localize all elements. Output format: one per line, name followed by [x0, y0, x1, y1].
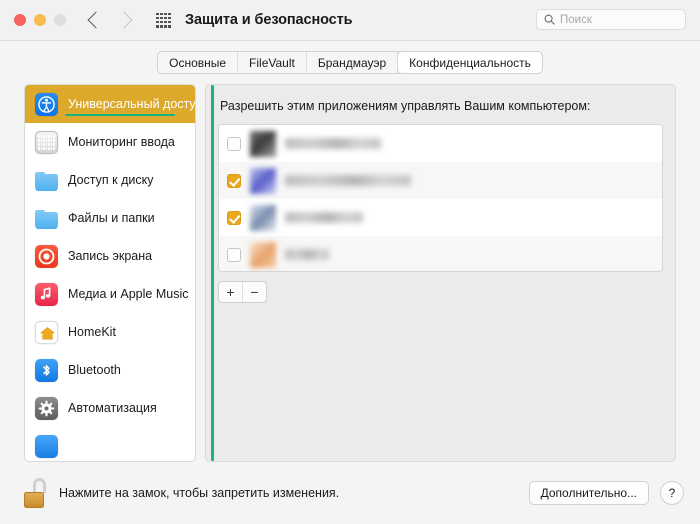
minimize-button[interactable]: [34, 14, 46, 26]
footer-actions: Дополнительно... ?: [528, 481, 684, 505]
add-app-button[interactable]: +: [219, 282, 243, 302]
row-checkbox[interactable]: [227, 247, 241, 262]
window-footer: Нажмите на замок, чтобы запретить измене…: [0, 462, 700, 524]
page-title: Защита и безопасность: [185, 12, 353, 28]
music-icon: [35, 282, 58, 306]
lock-hint-text: Нажмите на замок, чтобы запретить измене…: [59, 486, 340, 500]
row-checkbox[interactable]: [227, 173, 241, 188]
blue-app-icon: [35, 434, 58, 458]
sidebar-item-partial[interactable]: [25, 427, 195, 461]
navigation-arrows: [87, 11, 133, 29]
advanced-button[interactable]: Дополнительно...: [528, 481, 649, 505]
folder-icon: [35, 169, 58, 192]
sidebar-item-label: Доступ к диску: [68, 173, 154, 187]
keyboard-icon: [35, 130, 58, 154]
app-icon: [250, 241, 276, 268]
add-remove-buttons: + −: [218, 281, 267, 303]
tab-general[interactable]: Основные: [158, 52, 239, 73]
search-icon: [544, 14, 555, 25]
sidebar-item-label: Bluetooth: [68, 363, 121, 377]
row-checkbox[interactable]: [227, 136, 241, 151]
zoom-button[interactable]: [54, 14, 66, 26]
table-row[interactable]: [219, 199, 662, 236]
apps-grid-icon[interactable]: [156, 12, 171, 28]
sidebar-item-full-disk-access[interactable]: Доступ к диску: [25, 161, 195, 199]
lock-area[interactable]: Нажмите на замок, чтобы запретить измене…: [22, 478, 339, 508]
automation-gear-icon: [35, 396, 58, 420]
search-input[interactable]: Поиск: [536, 9, 686, 30]
tab-bar: Основные FileVault Брандмауэр Конфиденци…: [0, 41, 700, 84]
sidebar-item-automation[interactable]: Автоматизация: [25, 389, 195, 427]
sidebar-item-screen-recording[interactable]: Запись экрана: [25, 237, 195, 275]
homekit-icon: [35, 320, 58, 344]
system-preferences-window: Защита и безопасность Поиск Основные Fil…: [0, 0, 700, 524]
annotation-underline: [65, 113, 175, 116]
app-name-blurred: [285, 175, 411, 186]
traffic-lights: [14, 14, 66, 26]
sidebar-item-bluetooth[interactable]: Bluetooth: [25, 351, 195, 389]
sidebar-item-label: Автоматизация: [68, 401, 157, 415]
pane-heading: Разрешить этим приложениям управлять Ваш…: [220, 99, 591, 113]
chevron-right-icon[interactable]: [115, 11, 133, 29]
bluetooth-icon: [35, 358, 58, 382]
sidebar-item-label: Мониторинг ввода: [68, 135, 175, 149]
sidebar-item-label: HomeKit: [68, 325, 116, 339]
table-row[interactable]: [219, 125, 662, 162]
sidebar-item-label: Универсальный доступ: [68, 97, 195, 111]
tab-firewall[interactable]: Брандмауэр: [307, 52, 399, 73]
sidebar-item-label: Запись экрана: [68, 249, 153, 263]
table-row[interactable]: [219, 236, 662, 271]
app-name-blurred: [285, 212, 363, 223]
tab-privacy[interactable]: Конфиденциальность: [398, 52, 542, 73]
sidebar-item-input-monitoring[interactable]: Мониторинг ввода: [25, 123, 195, 161]
table-row[interactable]: [219, 162, 662, 199]
app-icon: [250, 204, 276, 231]
sidebar-item-accessibility[interactable]: Универсальный доступ: [25, 85, 195, 123]
search-placeholder: Поиск: [560, 13, 592, 26]
privacy-detail-pane: Разрешить этим приложениям управлять Ваш…: [205, 84, 676, 462]
chevron-left-icon[interactable]: [87, 11, 105, 29]
content-area: Универсальный доступ Мониторинг ввода До…: [0, 84, 700, 462]
app-name-blurred: [285, 138, 381, 149]
sidebar-item-homekit[interactable]: HomeKit: [25, 313, 195, 351]
screen-recording-icon: [35, 244, 58, 268]
tab-filevault[interactable]: FileVault: [238, 52, 307, 73]
close-button[interactable]: [14, 14, 26, 26]
window-titlebar: Защита и безопасность Поиск: [0, 0, 700, 41]
sidebar-item-label: Файлы и папки: [68, 211, 155, 225]
help-button[interactable]: ?: [660, 481, 684, 505]
app-name-blurred: [285, 249, 329, 260]
app-icon: [250, 167, 276, 194]
allowed-apps-list[interactable]: [211, 85, 663, 461]
privacy-category-sidebar[interactable]: Универсальный доступ Мониторинг ввода До…: [24, 84, 196, 462]
sidebar-item-files-and-folders[interactable]: Файлы и папки: [25, 199, 195, 237]
accessibility-icon: [35, 92, 58, 116]
unlocked-padlock-icon[interactable]: [22, 478, 48, 508]
sidebar-item-media-apple-music[interactable]: Медиа и Apple Music: [25, 275, 195, 313]
folder-icon: [35, 207, 58, 230]
app-icon: [250, 130, 276, 157]
row-checkbox[interactable]: [227, 210, 241, 225]
sidebar-item-label: Медиа и Apple Music: [68, 287, 189, 301]
remove-app-button[interactable]: −: [243, 282, 266, 302]
